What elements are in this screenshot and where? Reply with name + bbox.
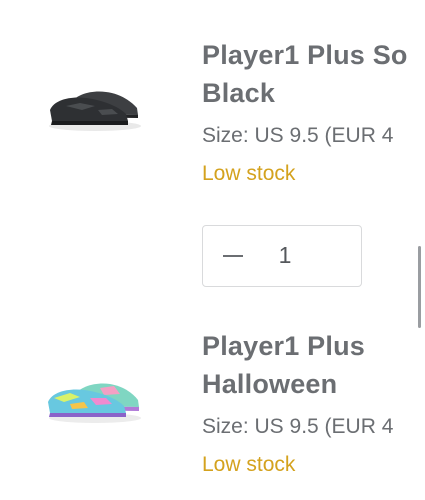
product-image-multicolor-sneaker[interactable]	[40, 362, 150, 432]
product-image-black-sneaker[interactable]	[40, 70, 150, 140]
product-name[interactable]: Player1 Plus So Black	[202, 36, 425, 112]
product-name[interactable]: Player1 Plus Halloween	[202, 327, 425, 403]
quantity-value[interactable]: 1	[267, 242, 303, 269]
stock-status: Low stock	[202, 162, 296, 185]
product-size: Size: US 9.5 (EUR 4	[202, 124, 394, 147]
decrease-quantity-button[interactable]	[217, 240, 249, 272]
scrollbar[interactable]	[418, 246, 421, 328]
stock-status: Low stock	[202, 453, 296, 476]
product-size: Size: US 9.5 (EUR 4	[202, 415, 394, 438]
minus-icon	[223, 255, 243, 257]
cart-item: Player1 Plus So Black Size: US 9.5 (EUR …	[0, 0, 425, 320]
quantity-stepper: 1	[202, 225, 362, 287]
cart-item-list: Player1 Plus So Black Size: US 9.5 (EUR …	[0, 0, 425, 500]
cart-item: Player1 Plus Halloween Size: US 9.5 (EUR…	[0, 320, 425, 500]
